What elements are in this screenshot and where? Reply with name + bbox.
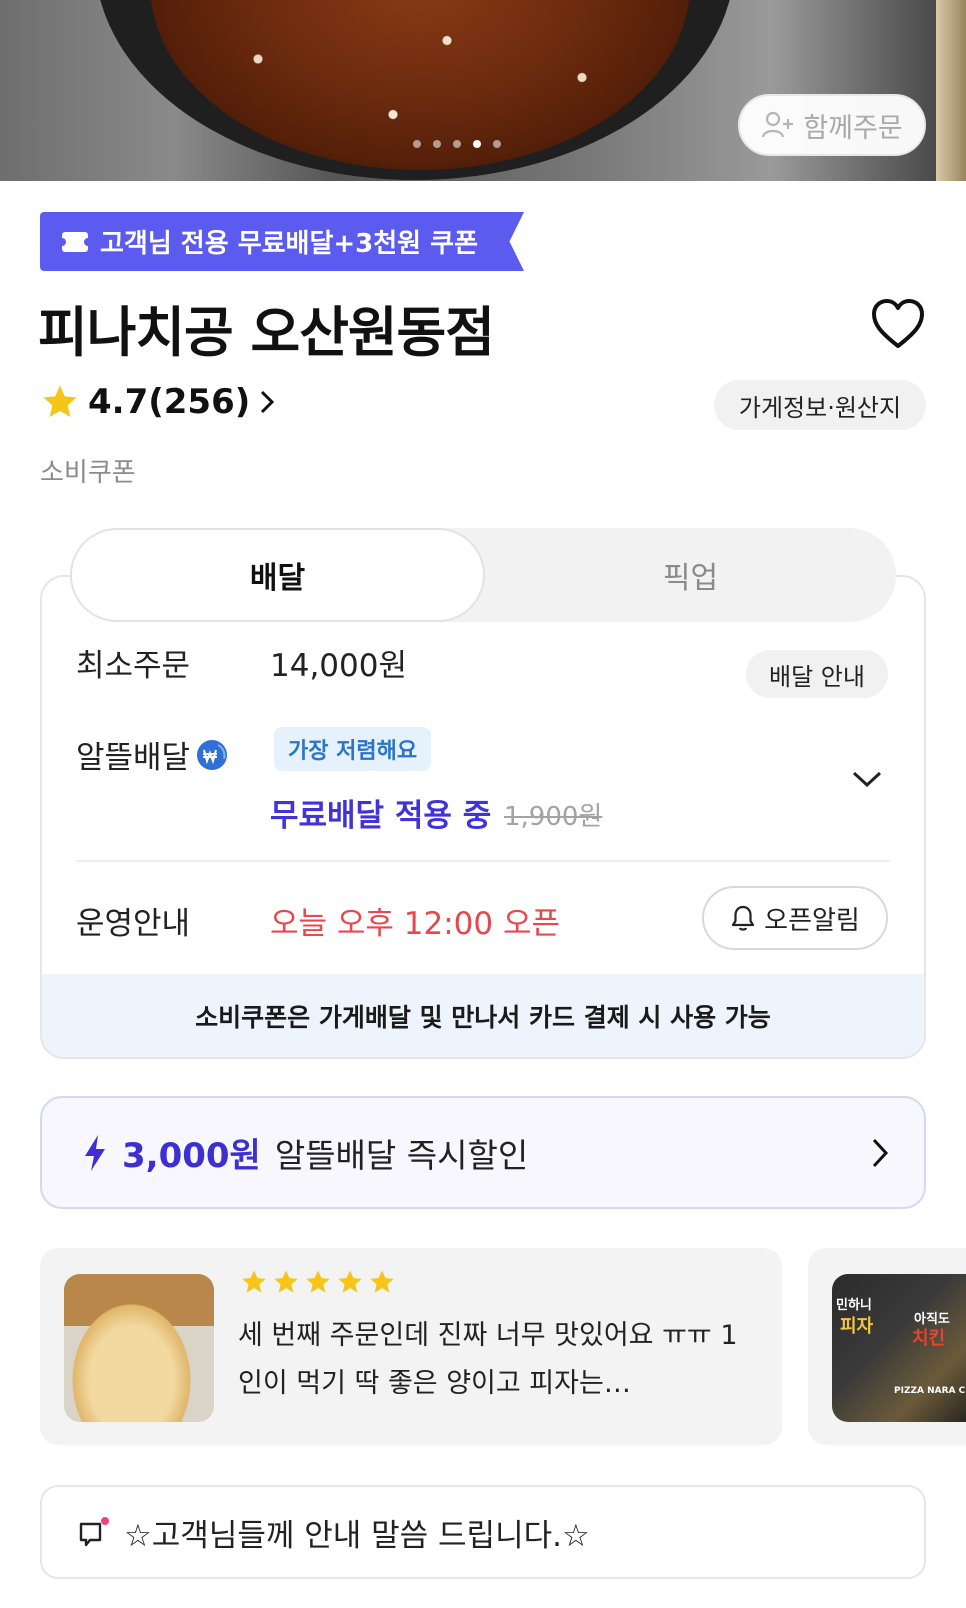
- thumb-text: 민하니: [836, 1298, 872, 1313]
- star-icon: [306, 1270, 330, 1293]
- coupon-banner-text: 고객님 전용 무료배달+3천원 쿠폰: [100, 229, 478, 259]
- review-stars: [240, 1268, 396, 1296]
- discount-amount: 3,000원: [122, 1136, 261, 1176]
- notice-text: ☆고객님들께 안내 말씀 드립니다.☆: [124, 1517, 590, 1554]
- coupon-usage-notice: 소비쿠폰은 가게배달 및 만나서 카드 결제 시 사용 가능: [42, 974, 924, 1057]
- open-alarm-label: 오픈알림: [764, 905, 860, 936]
- star-icon: [370, 1270, 394, 1293]
- rating-value: 4.7(256): [88, 382, 251, 422]
- min-order-label: 최소주문: [76, 648, 191, 684]
- tab-pickup[interactable]: 픽업: [485, 528, 896, 622]
- cheapest-badge: 가장 저렴해요: [274, 727, 432, 771]
- free-delivery-text: 무료배달 적용 중: [270, 798, 492, 834]
- original-delivery-fee: 1,900원: [504, 802, 603, 832]
- heart-icon[interactable]: [870, 298, 926, 350]
- min-order-value: 14,000원: [270, 648, 407, 684]
- divider: [76, 860, 890, 862]
- review-card[interactable]: 민하니 피자 아직도 치킨 PIZZA NARA CH: [808, 1248, 966, 1445]
- hero-image[interactable]: 함께주문: [0, 0, 966, 181]
- star-icon: [242, 1270, 266, 1293]
- saving-delivery-row: 알뜰배달: [76, 732, 228, 777]
- thumb-text: 피자: [840, 1316, 874, 1337]
- operation-label: 운영안내: [76, 906, 191, 942]
- review-photo: 민하니 피자 아직도 치킨 PIZZA NARA CH: [832, 1274, 966, 1422]
- order-type-tabs: 배달 픽업: [70, 528, 896, 622]
- carousel-dot: [453, 140, 461, 148]
- megaphone-icon: [78, 1516, 110, 1548]
- coupon-banner[interactable]: 고객님 전용 무료배달+3천원 쿠폰: [40, 212, 524, 271]
- won-badge-icon: [197, 739, 228, 770]
- carousel-dot: [433, 140, 441, 148]
- add-person-icon: [762, 111, 794, 138]
- open-time-text: 오늘 오후 12:00 오픈: [270, 906, 561, 942]
- group-order-button[interactable]: 함께주문: [738, 94, 926, 156]
- review-text: 세 번째 주문인데 진짜 너무 맛있어요 ㅠㅠ 1인이 먹기 딱 좋은 양이고 …: [238, 1320, 738, 1399]
- star-icon: [338, 1270, 362, 1293]
- store-title: 피나치공 오산원동점: [38, 301, 495, 364]
- consumer-coupon-label: 소비쿠폰: [40, 458, 136, 488]
- carousel-dot: [413, 140, 421, 148]
- instant-discount-banner[interactable]: 3,000원 알뜰배달 즉시할인: [40, 1096, 926, 1209]
- star-icon: [274, 1270, 298, 1293]
- next-slide-peek: [936, 0, 966, 181]
- discount-description: 알뜰배달 즉시할인: [274, 1135, 529, 1175]
- chevron-right-icon: [872, 1138, 889, 1168]
- chevron-right-icon: [261, 390, 275, 414]
- carousel-dot-active: [473, 140, 481, 148]
- tab-delivery[interactable]: 배달: [70, 528, 485, 622]
- delivery-guide-button[interactable]: 배달 안내: [746, 650, 888, 698]
- chevron-down-icon[interactable]: [850, 768, 884, 790]
- thumb-text: PIZZA NARA CH: [894, 1386, 966, 1396]
- carousel-dot: [493, 140, 501, 148]
- star-icon: [43, 385, 77, 417]
- store-notice[interactable]: ☆고객님들께 안내 말씀 드립니다.☆: [40, 1485, 926, 1579]
- open-alarm-button[interactable]: 오픈알림: [702, 886, 888, 950]
- saving-delivery-label: 알뜰배달: [76, 740, 191, 776]
- bell-icon: [732, 905, 755, 931]
- thumb-text: 치킨: [912, 1328, 946, 1349]
- rating-link[interactable]: 4.7(256): [40, 382, 276, 422]
- carousel-dots: [413, 140, 501, 148]
- store-info-button[interactable]: 가게정보·원산지: [714, 380, 926, 430]
- ticket-icon: [58, 231, 92, 252]
- lightning-icon: [85, 1134, 105, 1171]
- group-order-label: 함께주문: [803, 112, 903, 144]
- review-photo: [64, 1274, 214, 1422]
- review-card[interactable]: 세 번째 주문인데 진짜 너무 맛있어요 ㅠㅠ 1인이 먹기 딱 좋은 양이고 …: [40, 1248, 782, 1445]
